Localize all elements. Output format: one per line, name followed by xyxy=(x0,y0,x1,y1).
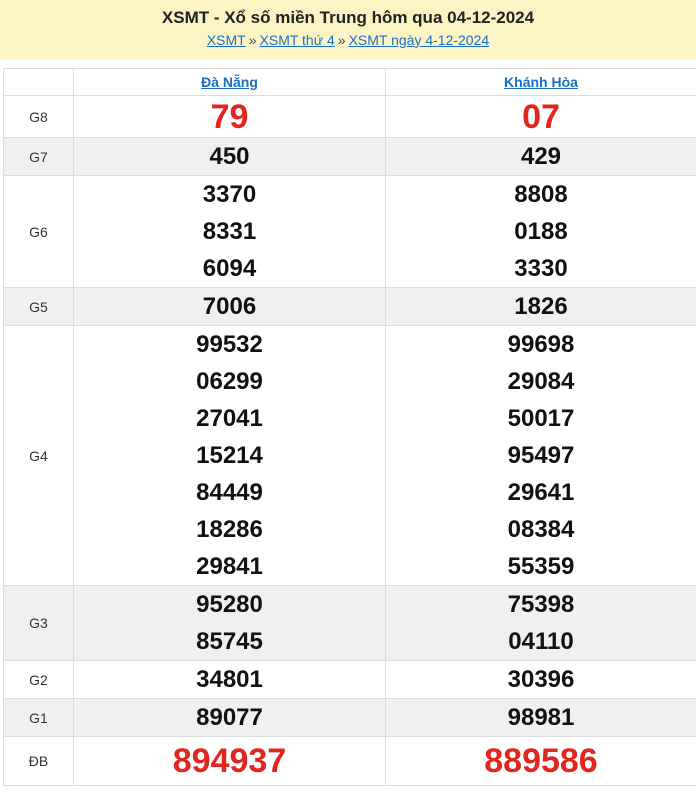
da-nang-results-cell: 95280 85745 xyxy=(73,585,386,661)
table-row: G6 3370 8331 6094 8808 0188 3330 xyxy=(3,175,696,288)
result-number: 27041 xyxy=(196,405,263,432)
results-table: Đà Nẵng Khánh Hòa G8 79 07 G7 450 429 G6 3370 83… xyxy=(3,68,696,786)
table-row: G2 34801 30396 xyxy=(3,660,696,699)
result-number: 1826 xyxy=(514,293,568,320)
result-number: 7006 xyxy=(202,293,257,320)
breadcrumb-link-xsmt[interactable]: XSMT xyxy=(207,32,246,48)
highlight-number: 07 xyxy=(522,97,560,136)
prize-label: G3 xyxy=(3,585,74,661)
khanh-hoa-results-cell: 98981 xyxy=(385,698,696,737)
page-title: XSMT - Xổ số miền Trung hôm qua 04-12-20… xyxy=(161,8,535,27)
result-number: 98981 xyxy=(507,704,575,731)
result-number: 18286 xyxy=(196,516,263,543)
table-row: G5 7006 1826 xyxy=(3,287,696,326)
khanh-hoa-results-cell: 30396 xyxy=(385,660,696,699)
breadcrumb-separator: » xyxy=(337,32,346,48)
table-row: G4 99532 06299 27041 15214 84449 18286 29841 996… xyxy=(3,325,696,586)
khanh-hoa-results-cell: 75398 04110 xyxy=(385,585,696,661)
da-nang-results-cell: 450 xyxy=(73,137,386,176)
result-number: 8808 xyxy=(514,181,568,208)
province-link-da-nang[interactable]: Đà Nẵng xyxy=(201,74,258,90)
khanh-hoa-results-cell: 8808 0188 3330 xyxy=(385,175,696,288)
prize-label: G2 xyxy=(3,660,74,699)
result-number: 06299 xyxy=(196,368,263,395)
breadcrumb: XSMT» XSMT thứ 4» XSMT ngày 4-12-2024 xyxy=(0,30,696,50)
result-number: 450 xyxy=(209,143,250,170)
result-number: 95497 xyxy=(507,442,575,469)
table-header-row: Đà Nẵng Khánh Hòa xyxy=(3,68,696,96)
result-number: 04110 xyxy=(508,628,574,655)
result-number: 55359 xyxy=(507,553,575,580)
table-row: G7 450 429 xyxy=(3,137,696,176)
result-number: 29641 xyxy=(507,479,575,506)
result-number: 3330 xyxy=(514,255,568,282)
prize-label: G7 xyxy=(3,137,74,176)
prize-label: G4 xyxy=(3,325,74,586)
da-nang-results-cell: 34801 xyxy=(73,660,386,699)
khanh-hoa-results-cell: 99698 29084 50017 95497 29641 08384 55359 xyxy=(385,325,696,586)
result-number: 89077 xyxy=(196,704,263,731)
breadcrumb-separator: » xyxy=(248,32,257,48)
khanh-hoa-results-cell: 07 xyxy=(385,95,696,138)
da-nang-results-cell: 894937 xyxy=(73,736,386,786)
prize-label: G1 xyxy=(3,698,74,737)
province-link-khanh-hoa[interactable]: Khánh Hòa xyxy=(504,74,578,90)
prize-label: ĐB xyxy=(3,736,74,786)
prize-label: G5 xyxy=(3,287,74,326)
result-number: 34801 xyxy=(196,666,263,693)
result-number: 15214 xyxy=(196,442,263,469)
prize-label: G8 xyxy=(3,95,74,138)
result-number: 30396 xyxy=(507,666,575,693)
khanh-hoa-results-cell: 1826 xyxy=(385,287,696,326)
khanh-hoa-results-cell: 429 xyxy=(385,137,696,176)
breadcrumb-link-xsmt-thu-4[interactable]: XSMT thứ 4 xyxy=(260,32,335,48)
da-nang-results-cell: 7006 xyxy=(73,287,386,326)
result-number: 6094 xyxy=(202,255,257,282)
result-number: 429 xyxy=(520,143,562,170)
khanh-hoa-results-cell: 889586 xyxy=(385,736,696,786)
highlight-number: 79 xyxy=(210,97,249,136)
table-row: G1 89077 98981 xyxy=(3,698,696,737)
result-number: 95280 xyxy=(196,591,263,618)
table-row: G8 79 07 xyxy=(3,95,696,138)
corner-cell xyxy=(3,68,74,96)
table-row: ĐB 894937 889586 xyxy=(3,736,696,786)
table-row: G3 95280 85745 75398 04110 xyxy=(3,585,696,661)
result-number: 50017 xyxy=(507,405,575,432)
highlight-number: 889586 xyxy=(484,742,598,780)
da-nang-results-cell: 99532 06299 27041 15214 84449 18286 29841 xyxy=(73,325,386,586)
highlight-number: 894937 xyxy=(172,742,287,780)
result-number: 29084 xyxy=(507,368,575,395)
result-number: 29841 xyxy=(196,553,263,580)
page-header: XSMT - Xổ số miền Trung hôm qua 04-12-20… xyxy=(0,0,696,60)
result-number: 0188 xyxy=(514,218,568,245)
result-number: 84449 xyxy=(196,479,263,506)
results-body: G8 79 07 G7 450 429 G6 3370 8331 6094 8808 0188 3330… xyxy=(3,95,696,786)
result-number: 99698 xyxy=(507,331,575,358)
da-nang-results-cell: 3370 8331 6094 xyxy=(73,175,386,288)
result-number: 99532 xyxy=(196,331,263,358)
province-header: Đà Nẵng xyxy=(73,68,386,96)
breadcrumb-link-xsmt-ngay[interactable]: XSMT ngày 4-12-2024 xyxy=(349,32,490,48)
result-number: 85745 xyxy=(196,628,263,655)
result-number: 08384 xyxy=(507,516,575,543)
da-nang-results-cell: 89077 xyxy=(73,698,386,737)
prize-label: G6 xyxy=(3,175,74,288)
result-number: 75398 xyxy=(507,591,575,618)
result-number: 3370 xyxy=(202,181,257,208)
province-header: Khánh Hòa xyxy=(385,68,696,96)
result-number: 8331 xyxy=(202,218,257,245)
da-nang-results-cell: 79 xyxy=(73,95,386,138)
